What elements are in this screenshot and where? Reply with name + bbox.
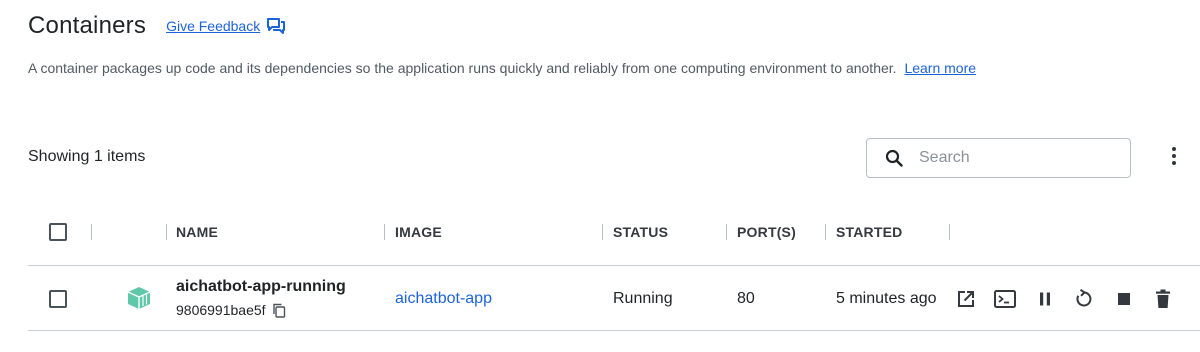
more-options-button[interactable] xyxy=(1164,146,1184,170)
container-id: 9806991bae5f xyxy=(176,302,266,318)
column-header-status[interactable]: STATUS xyxy=(613,210,668,254)
column-separator xyxy=(384,224,385,240)
column-separator xyxy=(602,224,603,240)
restart-icon[interactable] xyxy=(1073,288,1095,310)
header: Containers Give Feedback xyxy=(28,12,286,40)
table-row[interactable]: aichatbot-app-running 9806991bae5f aicha… xyxy=(0,266,1200,330)
chat-bubbles-icon xyxy=(266,17,286,35)
page-description: A container packages up code and its dep… xyxy=(28,60,976,76)
column-header-image[interactable]: IMAGE xyxy=(395,210,442,254)
select-all-checkbox[interactable] xyxy=(49,223,67,241)
container-status: Running xyxy=(613,290,673,307)
search-input[interactable] xyxy=(917,148,1117,168)
column-header-started[interactable]: STARTED xyxy=(836,210,902,254)
column-header-name[interactable]: NAME xyxy=(176,210,218,254)
column-separator xyxy=(91,224,92,240)
container-cube-icon xyxy=(125,286,153,315)
stop-icon[interactable] xyxy=(1113,288,1135,310)
give-feedback-label: Give Feedback xyxy=(166,18,261,34)
vertical-dots-icon xyxy=(1171,146,1177,171)
column-separator xyxy=(166,224,167,240)
container-started: 5 minutes ago xyxy=(836,290,937,307)
delete-icon[interactable] xyxy=(1152,288,1174,310)
column-separator xyxy=(726,224,727,240)
description-text: A container packages up code and its dep… xyxy=(28,60,897,76)
search-icon xyxy=(885,149,903,167)
give-feedback-link[interactable]: Give Feedback xyxy=(166,17,286,35)
column-separator xyxy=(949,224,950,240)
page-title: Containers xyxy=(28,12,147,39)
container-ports: 80 xyxy=(737,290,755,307)
row-checkbox[interactable] xyxy=(49,290,67,308)
terminal-icon[interactable] xyxy=(994,288,1016,310)
learn-more-link[interactable]: Learn more xyxy=(904,60,976,76)
row-divider xyxy=(28,330,1200,331)
pause-icon[interactable] xyxy=(1034,288,1056,310)
column-header-ports[interactable]: PORT(S) xyxy=(737,210,796,254)
copy-icon[interactable] xyxy=(272,303,286,318)
open-external-icon[interactable] xyxy=(955,288,977,310)
container-name[interactable]: aichatbot-app-running xyxy=(176,278,346,296)
containers-page: Containers Give Feedback A container pac… xyxy=(0,0,1200,352)
container-image-link[interactable]: aichatbot-app xyxy=(395,290,492,308)
column-separator xyxy=(825,224,826,240)
container-id-group: 9806991bae5f xyxy=(176,302,286,318)
search-box[interactable] xyxy=(866,138,1131,178)
items-count: Showing 1 items xyxy=(28,148,146,165)
table-header: NAME IMAGE STATUS PORT(S) STARTED xyxy=(0,210,1200,254)
